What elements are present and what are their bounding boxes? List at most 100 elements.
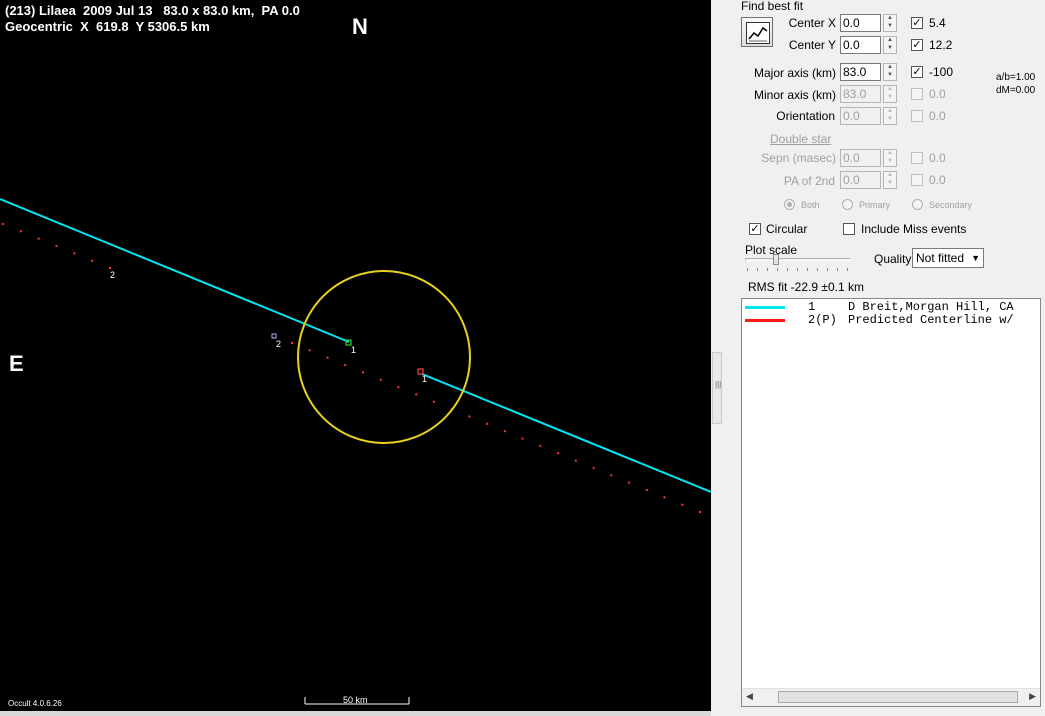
plot-title: (213) Lilaea 2009 Jul 13 83.0 x 83.0 km,…	[5, 3, 300, 18]
scroll-right-icon[interactable]: ▶	[1029, 691, 1036, 702]
predicted-track-dot	[109, 267, 111, 269]
scrollbar-thumb[interactable]	[778, 691, 1018, 703]
major-axis-spinner[interactable]	[883, 63, 897, 81]
radio-both-label: Both	[801, 200, 820, 210]
predicted-track-dot	[432, 400, 435, 403]
circular-label: Circular	[766, 222, 808, 236]
minor-axis-checkbox[interactable]	[911, 88, 923, 100]
predicted-track-dot	[610, 474, 613, 477]
quality-value: Not fitted	[916, 251, 965, 265]
observed-chord-segment-west	[0, 198, 350, 343]
predicted-track-dot	[73, 252, 76, 255]
quality-label: Quality	[874, 252, 912, 266]
radio-primary[interactable]	[842, 199, 853, 210]
include-miss-label: Include Miss events	[861, 222, 967, 236]
occultation-plot[interactable]: (213) Lilaea 2009 Jul 13 83.0 x 83.0 km,…	[0, 0, 711, 711]
status-strip	[0, 711, 711, 716]
predicted-track-dot	[681, 503, 684, 506]
predicted-track-dot	[55, 245, 58, 247]
predicted-track-dot	[415, 393, 418, 396]
major-axis-result: -100	[929, 65, 954, 79]
predicted-track-dots	[2, 223, 701, 513]
list-item[interactable]: 2(P) Predicted Centerline w/	[742, 313, 1040, 327]
splitter-grip[interactable]: |||	[712, 352, 722, 424]
orientation-result: 0.0	[929, 109, 946, 123]
radio-secondary-label: Secondary	[929, 200, 973, 210]
center-y-checkbox[interactable]: ✓	[911, 39, 923, 51]
predicted-track-dot	[379, 378, 382, 381]
panel-splitter[interactable]: |||	[711, 0, 723, 716]
axis-ratio: a/b=1.00	[996, 72, 1036, 83]
center-y-result: 12.2	[929, 38, 953, 52]
include-miss-checkbox[interactable]	[843, 223, 855, 235]
chord-label-1-end: 1	[422, 374, 428, 384]
predicted-track-dot	[539, 444, 542, 447]
predicted-track-dot	[291, 342, 293, 344]
plot-scale-thumb[interactable]	[773, 254, 779, 265]
scroll-left-icon[interactable]: ◀	[746, 691, 753, 702]
major-axis-input[interactable]: 83.0	[840, 63, 881, 81]
chevron-down-icon: ▼	[971, 253, 980, 263]
double-star-link[interactable]: Double star	[770, 132, 831, 146]
list-item-id: 2(P)	[808, 313, 837, 327]
asteroid-outline	[297, 270, 471, 444]
chord-label-1-start: 1	[351, 345, 357, 355]
sepn-input[interactable]: 0.0	[840, 149, 881, 167]
pa-2nd-spinner[interactable]	[883, 171, 897, 189]
find-best-fit-button[interactable]	[741, 17, 773, 47]
north-label: N	[352, 14, 368, 39]
chord-color-swatch	[745, 306, 785, 309]
predicted-track-dot	[663, 496, 666, 499]
plot-canvas	[0, 198, 711, 705]
predicted-track-dot	[628, 481, 630, 484]
center-x-checkbox[interactable]: ✓	[911, 17, 923, 29]
fit-chart-icon	[746, 22, 770, 44]
radio-primary-label: Primary	[859, 200, 890, 210]
center-x-result: 5.4	[929, 16, 946, 30]
center-y-label: Center Y	[788, 38, 836, 52]
list-horizontal-scrollbar[interactable]: ◀ ▶	[742, 688, 1040, 706]
predicted-track-dot	[344, 364, 347, 366]
predicted-track-dot	[91, 259, 94, 262]
pa-2nd-checkbox[interactable]	[911, 174, 923, 186]
center-y-spinner[interactable]	[883, 36, 897, 54]
predicted-track-dot	[574, 459, 577, 462]
list-item[interactable]: 1 D Breit,Morgan Hill, CA	[742, 300, 1040, 314]
predicted-track-dot	[486, 422, 489, 425]
circular-checkbox[interactable]: ✓	[749, 223, 761, 235]
center-x-spinner[interactable]	[883, 14, 897, 32]
pa-2nd-input[interactable]: 0.0	[840, 171, 881, 189]
center-y-input[interactable]: 0.0	[840, 36, 881, 54]
minor-axis-result: 0.0	[929, 87, 946, 101]
pa-2nd-result: 0.0	[929, 173, 946, 187]
radio-secondary[interactable]	[912, 199, 923, 210]
list-item-id: 1	[808, 300, 816, 314]
plot-scale-slider[interactable]	[745, 252, 851, 272]
radio-both[interactable]	[784, 199, 795, 210]
predicted-track-dot	[645, 489, 648, 491]
minor-axis-label: Minor axis (km)	[753, 88, 836, 102]
minor-axis-input[interactable]: 83.0	[840, 85, 881, 103]
minor-axis-spinner[interactable]	[883, 85, 897, 103]
predicted-track-dot	[326, 356, 329, 359]
chord-label-2: 2	[276, 339, 282, 349]
orientation-checkbox[interactable]	[911, 110, 923, 122]
sepn-checkbox[interactable]	[911, 152, 923, 164]
predicted-track-dot	[308, 349, 311, 352]
sepn-result: 0.0	[929, 151, 946, 165]
orientation-spinner[interactable]	[883, 107, 897, 125]
major-axis-checkbox[interactable]: ✓	[911, 66, 923, 78]
predicted-track-dot	[699, 511, 701, 513]
orientation-input[interactable]: 0.0	[840, 107, 881, 125]
observer-list[interactable]: 1 D Breit,Morgan Hill, CA 2(P) Predicted…	[741, 298, 1041, 707]
chord-label-2-west: 2	[110, 270, 116, 280]
center-x-input[interactable]: 0.0	[840, 14, 881, 32]
sepn-spinner[interactable]	[883, 149, 897, 167]
quality-select[interactable]: Not fitted ▼	[912, 248, 984, 268]
predicted-track-dot	[397, 386, 400, 389]
predicted-track-dot	[592, 466, 595, 469]
predicted-track-dot	[362, 371, 364, 374]
predicted-track-dot	[521, 437, 524, 440]
east-label: E	[9, 351, 24, 376]
sepn-label: Sepn (masec)	[761, 151, 836, 165]
